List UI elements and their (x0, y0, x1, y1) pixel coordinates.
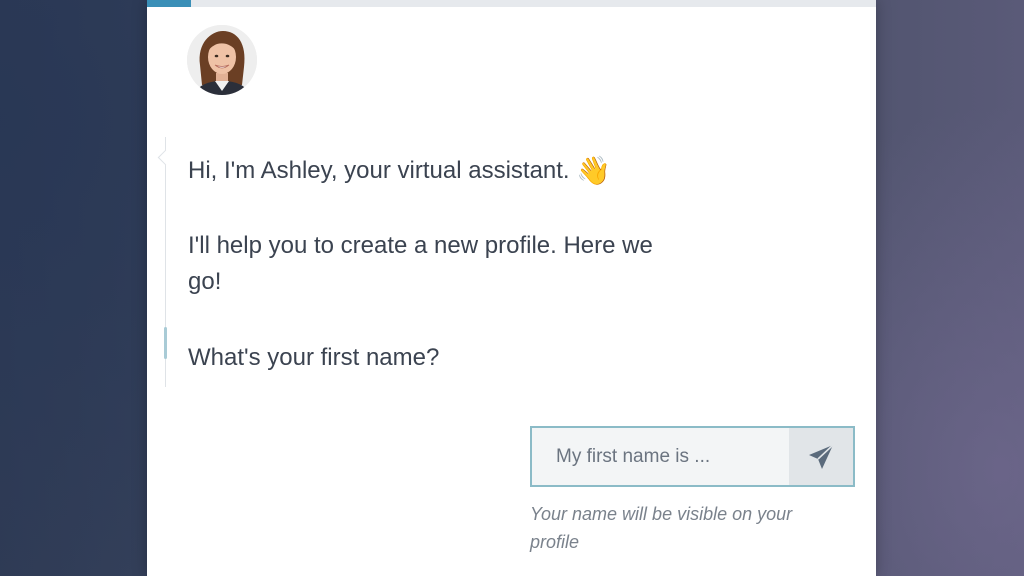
bubble-accent-bar (164, 327, 167, 359)
first-name-question: What's your first name? (188, 344, 440, 371)
first-name-input-group (530, 426, 855, 487)
paper-plane-send-icon (809, 444, 834, 469)
intro-message: I'll help you to create a new profile. H… (188, 232, 653, 295)
waving-hand-icon: 👋 (576, 154, 612, 187)
progress-bar (147, 0, 876, 7)
send-button[interactable] (789, 428, 853, 485)
bubble-tail (157, 149, 174, 166)
greeting-text: Hi, I'm Ashley, your virtual assistant. (188, 157, 570, 184)
chat-panel: Hi, I'm Ashley, your virtual assistant. … (147, 0, 876, 576)
assistant-message-bubble: Hi, I'm Ashley, your virtual assistant. … (157, 137, 726, 387)
name-visibility-hint: Your name will be visible on your profil… (530, 504, 793, 552)
progress-bar-fill (147, 0, 191, 7)
first-name-input[interactable] (532, 428, 789, 485)
greeting-message: Hi, I'm Ashley, your virtual assistant. … (188, 153, 611, 189)
assistant-avatar (187, 25, 257, 95)
woman-portrait-avatar-icon (187, 25, 257, 95)
